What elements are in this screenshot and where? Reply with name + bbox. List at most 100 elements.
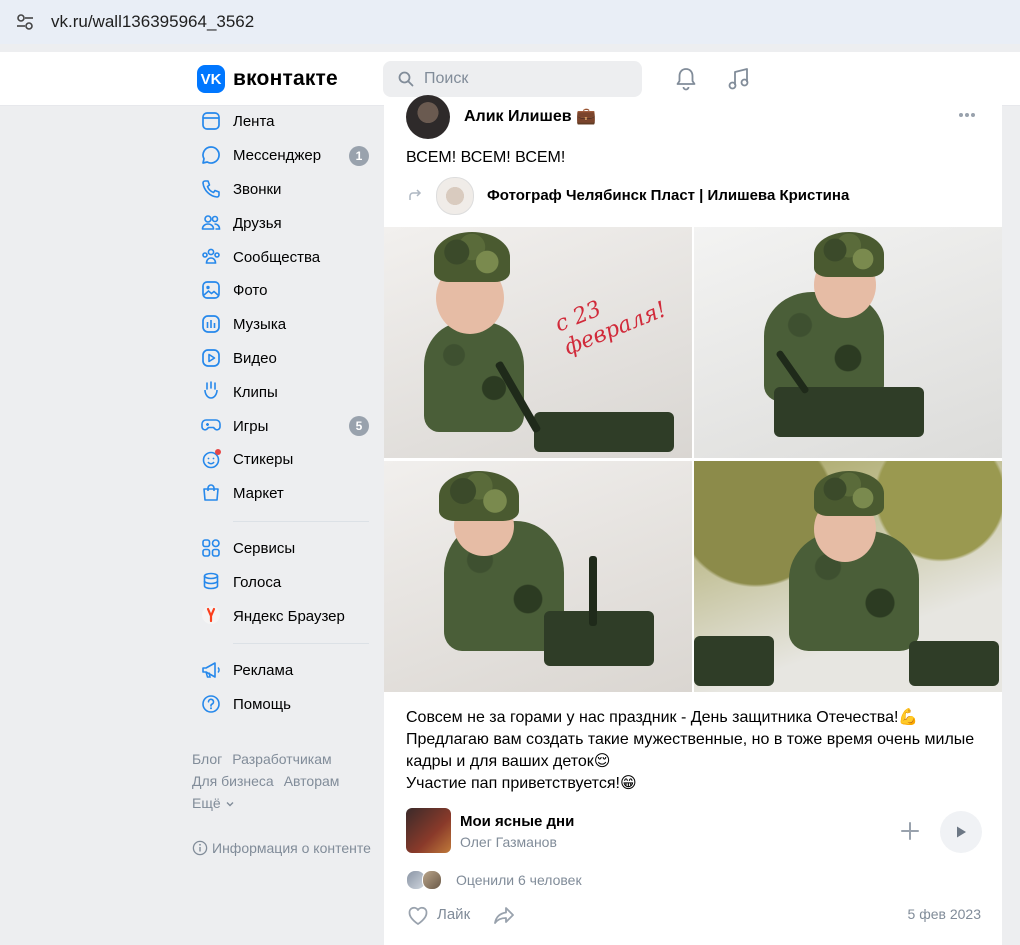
nav-item-label: Голоса — [233, 573, 282, 591]
footer-link-blog[interactable]: Блог — [192, 751, 222, 767]
browser-url-bar: vk.ru/wall136395964_3562 — [0, 0, 1020, 44]
search-icon — [398, 71, 414, 87]
play-icon — [957, 826, 966, 838]
post-body: Совсем не за горами у нас праздник - Ден… — [406, 707, 986, 795]
nav-item-video[interactable]: Видео — [192, 342, 377, 376]
nav-item-market[interactable]: Маркет — [192, 477, 377, 511]
nav-item-stickers[interactable]: Стикеры — [192, 443, 377, 477]
messenger-badge: 1 — [349, 145, 369, 166]
nav-item-messenger[interactable]: Мессенджер 1 — [192, 139, 377, 173]
services-icon — [202, 538, 220, 557]
nav-item-label: Сервисы — [233, 539, 296, 557]
ads-icon — [202, 662, 220, 678]
wall-post: Алик Илишев 💼 ВСЕМ! ВСЕМ! ВСЕМ! Фотограф… — [384, 95, 1002, 945]
nav-item-label: Стикеры — [233, 451, 294, 469]
games-badge: 5 — [349, 416, 369, 437]
photo-grid: с 23 февраля! — [384, 227, 1002, 692]
music-icon — [202, 314, 220, 333]
nav-item-label: Реклама — [233, 662, 294, 680]
nav-item-label: Музыка — [233, 316, 287, 334]
nav-item-label: Яндекс Браузер — [233, 607, 345, 625]
clips-icon — [204, 381, 218, 400]
nav-item-communities[interactable]: Сообщества — [192, 240, 377, 274]
nav-item-ads[interactable]: Реклама — [192, 654, 377, 688]
market-icon — [203, 484, 219, 501]
nav-item-services[interactable]: Сервисы — [192, 532, 377, 566]
like-button-label[interactable]: Лайк — [437, 906, 470, 923]
nav-item-label: Клипы — [233, 383, 278, 401]
nav-item-photos[interactable]: Фото — [192, 274, 377, 308]
footer-link-developers[interactable]: Разработчикам — [232, 751, 331, 767]
nav-item-music[interactable]: Музыка — [192, 308, 377, 342]
nav-item-calls[interactable]: Звонки — [192, 173, 377, 207]
nav-item-label: Игры — [233, 417, 269, 435]
content-info-link[interactable]: Информация о контенте — [192, 840, 371, 856]
photo-1[interactable]: с 23 февраля! — [384, 227, 692, 458]
phone-icon — [202, 179, 220, 198]
nav-item-feed[interactable]: Лента — [192, 105, 377, 139]
nav-item-label: Видео — [233, 349, 277, 367]
likers-summary[interactable]: Оценили 6 человек — [406, 870, 582, 890]
vk-logo-mark: VK — [197, 65, 225, 93]
site-settings-icon[interactable] — [14, 11, 36, 33]
url-text[interactable]: vk.ru/wall136395964_3562 — [51, 12, 254, 32]
share-icon[interactable] — [492, 904, 516, 926]
footer-links: Блог Разработчикам Для бизнеса Авторам Ещё — [192, 748, 377, 814]
video-icon — [202, 348, 220, 367]
track-title[interactable]: Мои ясные дни — [460, 813, 574, 830]
left-nav: Лента Мессенджер 1 Звонки Друзья Сообщес… — [192, 105, 377, 722]
nav-item-label: Мессенджер — [233, 147, 322, 165]
repost-source-avatar[interactable] — [436, 177, 474, 215]
nav-item-clips[interactable]: Клипы — [192, 375, 377, 409]
album-cover[interactable] — [406, 808, 451, 853]
friends-icon — [201, 215, 221, 231]
vk-header: VK вконтакте — [0, 52, 1020, 106]
footer-link-more-label: Ещё — [192, 795, 221, 811]
heart-icon[interactable] — [406, 904, 430, 926]
games-icon — [201, 419, 221, 431]
nav-item-label: Друзья — [233, 214, 282, 232]
post-actions: Лайк 5 фев 2023 — [406, 903, 981, 927]
nav-item-help[interactable]: Помощь — [192, 688, 377, 722]
footer-link-authors[interactable]: Авторам — [284, 773, 340, 789]
repost-arrow-icon — [409, 189, 422, 200]
track-artist[interactable]: Олег Газманов — [460, 834, 557, 850]
nav-item-friends[interactable]: Друзья — [192, 206, 377, 240]
play-button[interactable] — [940, 811, 982, 853]
content-info-label: Информация о контенте — [212, 840, 371, 856]
post-body-line: Участие пап приветствуется!😁 — [406, 775, 637, 792]
liker-avatar — [422, 870, 442, 890]
chevron-down-icon — [226, 802, 234, 807]
nav-item-votes[interactable]: Голоса — [192, 565, 377, 599]
bell-icon[interactable] — [673, 66, 699, 92]
nav-item-games[interactable]: Игры 5 — [192, 409, 377, 443]
yandex-icon — [202, 606, 220, 625]
repost-source-name[interactable]: Фотограф Челябинск Пласт | Илишева Крист… — [487, 187, 849, 204]
nav-divider — [233, 520, 369, 522]
info-icon — [192, 840, 208, 856]
photo-2[interactable] — [694, 227, 1002, 458]
footer-link-business[interactable]: Для бизнеса — [192, 773, 274, 789]
nav-item-yandex-browser[interactable]: Яндекс Браузер — [192, 599, 377, 633]
votes-icon — [203, 573, 219, 590]
post-body-line: Предлагаю вам создать такие мужественные… — [406, 731, 975, 770]
nav-item-label: Лента — [233, 113, 275, 131]
post-date[interactable]: 5 фев 2023 — [908, 906, 981, 922]
search-box[interactable] — [383, 61, 642, 97]
nav-item-label: Звонки — [233, 180, 282, 198]
communities-icon — [202, 248, 220, 264]
nav-item-label: Помощь — [233, 696, 291, 714]
post-author[interactable]: Алик Илишев 💼 — [464, 106, 596, 126]
author-avatar[interactable] — [406, 95, 450, 139]
nav-item-label: Фото — [233, 282, 268, 300]
more-options-icon[interactable] — [957, 110, 977, 120]
music-note-icon[interactable] — [726, 66, 752, 92]
footer-link-more[interactable]: Ещё — [192, 795, 235, 811]
vk-logo[interactable]: VK вконтакте — [197, 65, 338, 93]
nav-item-label: Маркет — [233, 485, 284, 503]
vk-logo-text: вконтакте — [233, 67, 338, 90]
add-track-icon[interactable] — [899, 820, 921, 842]
search-input[interactable] — [422, 69, 626, 89]
photo-3[interactable] — [384, 461, 692, 692]
photo-4[interactable] — [694, 461, 1002, 692]
